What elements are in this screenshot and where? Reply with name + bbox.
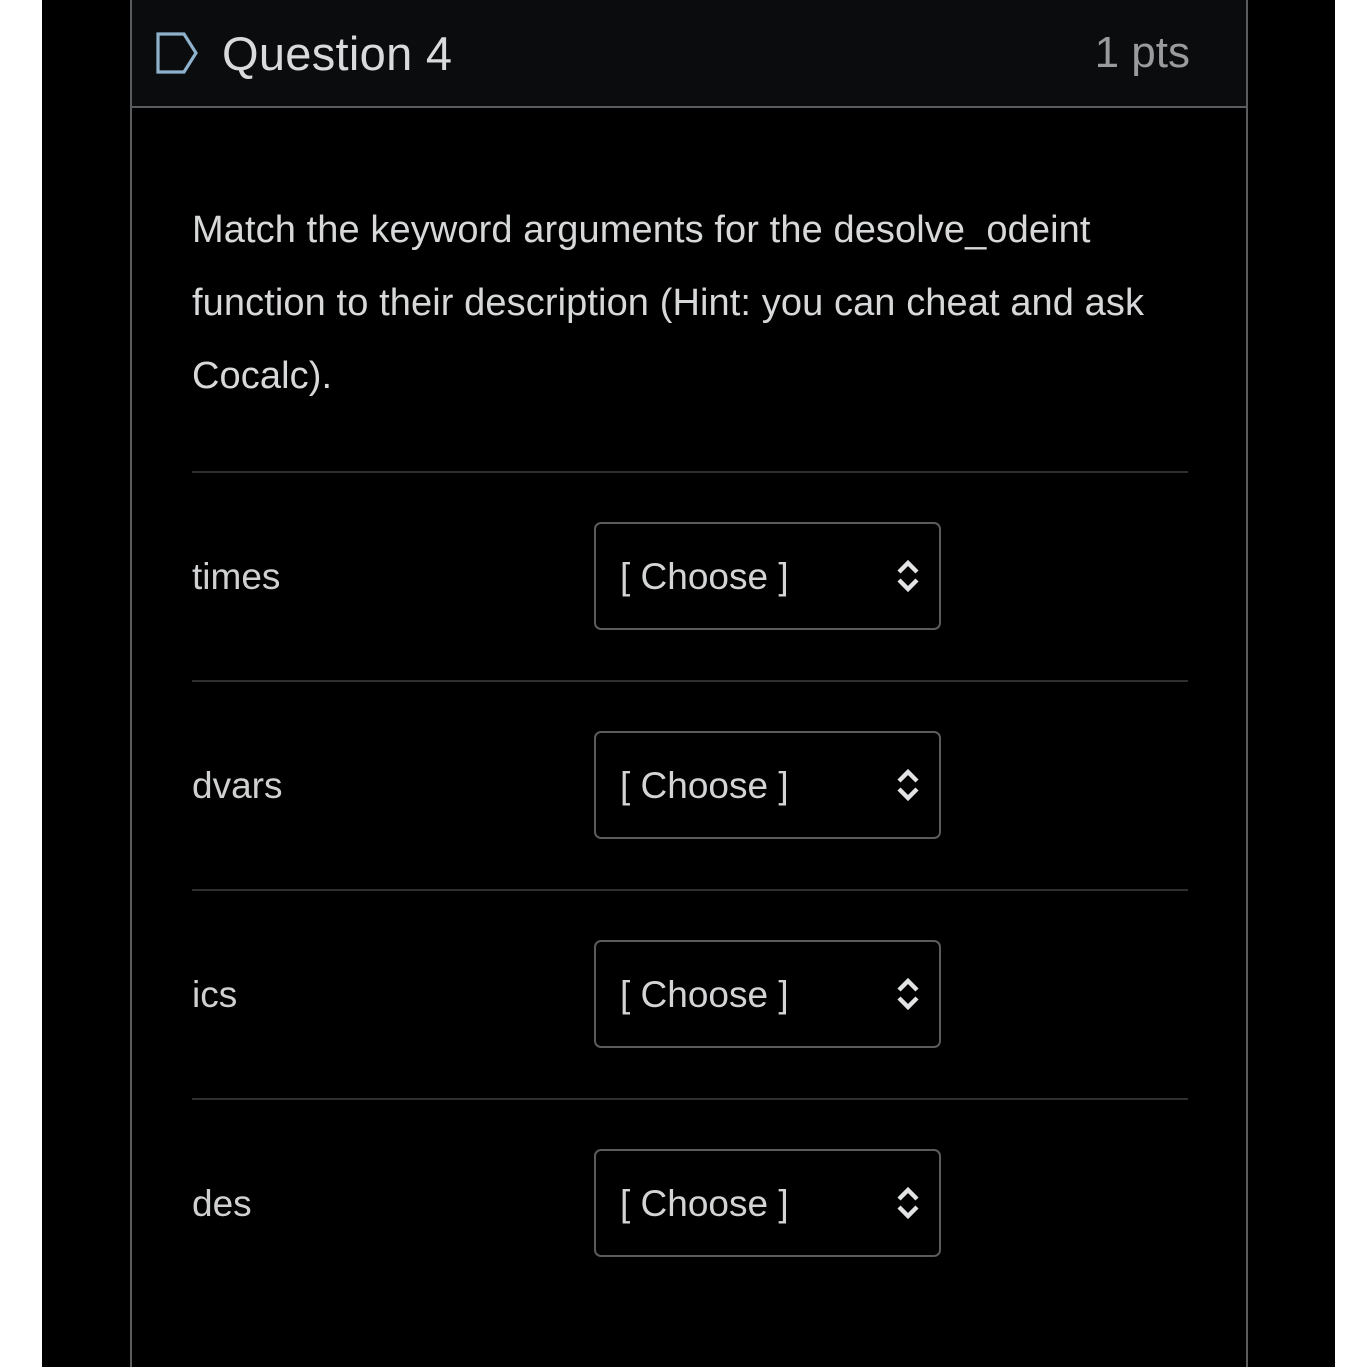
match-answer-value: [ Choose ] — [620, 973, 789, 1015]
match-term-label: des — [192, 1182, 252, 1224]
question-header: Question 4 1 pts — [132, 0, 1246, 108]
match-answer-value: [ Choose ] — [620, 764, 789, 806]
match-answer-dropdown-des[interactable]: [ Choose ] — [594, 1149, 941, 1258]
match-answer-value: [ Choose ] — [620, 1182, 789, 1224]
left-gutter — [0, 0, 42, 1367]
match-answer-dropdown-times[interactable]: [ Choose ] — [594, 522, 941, 631]
chevron-up-down-icon — [897, 978, 919, 1011]
match-row: des [ Choose ] — [192, 1097, 1188, 1307]
question-card: Question 4 1 pts Match the keyword argum… — [130, 0, 1248, 1367]
match-row: dvars [ Choose ] — [192, 679, 1188, 889]
question-points: 1 pts — [1094, 28, 1190, 77]
match-row: times [ Choose ] — [192, 470, 1188, 680]
match-row: ics [ Choose ] — [192, 888, 1188, 1098]
match-list: times [ Choose ] dvars [ Choose ] ics [… — [132, 470, 1246, 1307]
chevron-up-down-icon — [897, 1187, 919, 1220]
question-prompt-text: Match the keyword arguments for the deso… — [192, 209, 1145, 397]
right-gutter — [1335, 0, 1367, 1367]
match-answer-dropdown-ics[interactable]: [ Choose ] — [594, 940, 941, 1049]
match-term-label: ics — [192, 973, 238, 1015]
match-term-label: times — [192, 555, 281, 597]
page-title: Question 4 — [222, 26, 453, 80]
match-answer-dropdown-dvars[interactable]: [ Choose ] — [594, 731, 941, 840]
chevron-up-down-icon — [897, 560, 919, 593]
page-root: Question 4 1 pts Match the keyword argum… — [0, 0, 1367, 1367]
match-term-label: dvars — [192, 764, 283, 806]
chevron-up-down-icon — [897, 769, 919, 802]
flag-outline-icon — [156, 32, 198, 74]
match-answer-value: [ Choose ] — [620, 555, 789, 597]
question-body: Match the keyword arguments for the deso… — [132, 194, 1246, 1307]
